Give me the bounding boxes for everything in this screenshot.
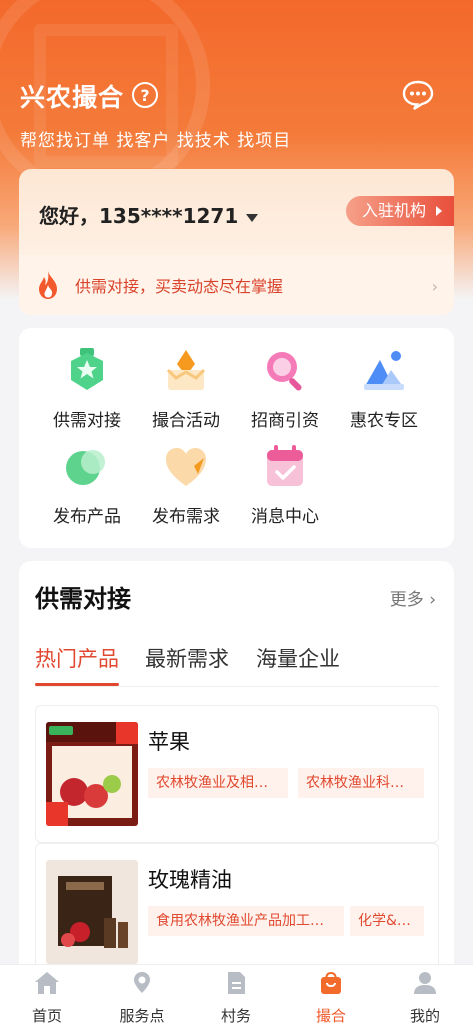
heart-icon [166, 448, 206, 486]
chevron-right-icon: › [429, 590, 436, 610]
more-link[interactable]: 更多 › [390, 585, 436, 610]
page-title: 兴农撮合 [20, 83, 125, 112]
tab-hot-products[interactable]: 热门产品 [35, 643, 119, 673]
user-greeting[interactable]: 您好，135****1271 [39, 200, 259, 229]
menu-farm-benefits[interactable]: 惠农专区 [334, 348, 434, 431]
join-button-label: 入驻机构 [361, 201, 426, 220]
menu-publish-product[interactable]: 发布产品 [37, 444, 137, 527]
tabbar-home[interactable]: 首页 [12, 971, 82, 1024]
join-institution-button[interactable]: 入驻机构 [345, 196, 454, 226]
chat-bubble-icon[interactable] [402, 80, 434, 110]
tab-latest-demand[interactable]: 最新需求 [145, 643, 229, 673]
publish-product-icon [66, 450, 105, 485]
tabbar-village-affairs[interactable]: 村务 [201, 971, 271, 1024]
quick-menu-grid: 供需对接 撮合活动 招商引资 惠农专区 发布产品 发布需求 消息中心 [19, 328, 454, 548]
product-thumbnail [46, 860, 138, 964]
activity-crown-icon [166, 350, 206, 390]
fire-icon [39, 271, 57, 299]
tabbar-label: 首页 [31, 1007, 62, 1024]
product-tag: 食用农林牧渔业产品加工… [148, 906, 344, 936]
product-name: 苹果 [148, 730, 190, 754]
play-triangle-icon [436, 206, 442, 216]
magnifier-icon [267, 352, 302, 391]
help-circle-icon[interactable]: ? [132, 82, 158, 108]
menu-label: 招商引资 [251, 411, 319, 431]
product-name: 玫瑰精油 [148, 868, 232, 892]
menu-supply-demand[interactable]: 供需对接 [37, 348, 137, 431]
product-thumbnail [46, 722, 138, 826]
section-title: 供需对接 [35, 585, 131, 613]
location-pin-icon [134, 972, 150, 993]
product-tag: 农林牧渔业科… [298, 768, 424, 798]
tabbar-label: 我的 [409, 1007, 440, 1024]
supply-demand-section: 供需对接 更多 › 热门产品 最新需求 海量企业 苹果 农林牧渔业及相… 农林牧… [19, 561, 454, 981]
supply-demand-badge-icon [71, 348, 103, 390]
home-icon [35, 972, 59, 994]
menu-publish-demand[interactable]: 发布需求 [136, 444, 236, 527]
menu-label: 供需对接 [53, 411, 121, 431]
menu-label: 惠农专区 [350, 411, 418, 431]
caret-down-icon [246, 213, 259, 222]
tabbar-matchmaking[interactable]: 撮合 [296, 971, 366, 1024]
menu-label: 发布产品 [53, 507, 121, 527]
tabbar-profile[interactable]: 我的 [390, 971, 460, 1024]
notice-text: 供需对接，买卖动态尽在掌握 [75, 277, 284, 296]
mountain-icon [364, 351, 404, 390]
notice-bar[interactable]: 供需对接，买卖动态尽在掌握 › [19, 255, 454, 315]
calendar-check-icon [267, 445, 303, 486]
shopping-bag-icon [321, 971, 341, 994]
active-tab-indicator [35, 683, 119, 686]
menu-investment[interactable]: 招商引资 [235, 348, 335, 431]
greeting-text: 您好，135****1271 [39, 204, 239, 228]
section-tabs: 热门产品 最新需求 海量企业 [35, 643, 439, 687]
menu-label: 消息中心 [251, 507, 319, 527]
chevron-right-icon: › [431, 277, 438, 296]
tabbar-label: 撮合 [315, 1007, 346, 1024]
bottom-tab-bar: 首页 服务点 村务 撮合 我的 [0, 964, 473, 1024]
product-tag: 化学&… [350, 906, 424, 936]
product-card[interactable]: 苹果 农林牧渔业及相… 农林牧渔业科… [35, 705, 439, 843]
user-card: 您好，135****1271 入驻机构 供需对接，买卖动态尽在掌握 › [19, 169, 454, 315]
header-subtitle: 帮您找订单 找客户 找技术 找项目 [20, 131, 292, 151]
tabbar-service-point[interactable]: 服务点 [107, 971, 177, 1024]
product-tag: 农林牧渔业及相… [148, 768, 288, 798]
menu-message-center[interactable]: 消息中心 [235, 444, 335, 527]
user-icon [414, 972, 436, 994]
tabbar-label: 村务 [220, 1007, 251, 1024]
menu-label: 撮合活动 [152, 411, 220, 431]
tabbar-label: 服务点 [119, 1007, 165, 1024]
menu-label: 发布需求 [152, 507, 220, 527]
tab-enterprises[interactable]: 海量企业 [256, 643, 340, 673]
product-card[interactable]: 玫瑰精油 食用农林牧渔业产品加工… 化学&… [35, 843, 439, 981]
more-label: 更多 [389, 590, 424, 610]
menu-activity[interactable]: 撮合活动 [136, 348, 236, 431]
document-icon [228, 972, 245, 994]
